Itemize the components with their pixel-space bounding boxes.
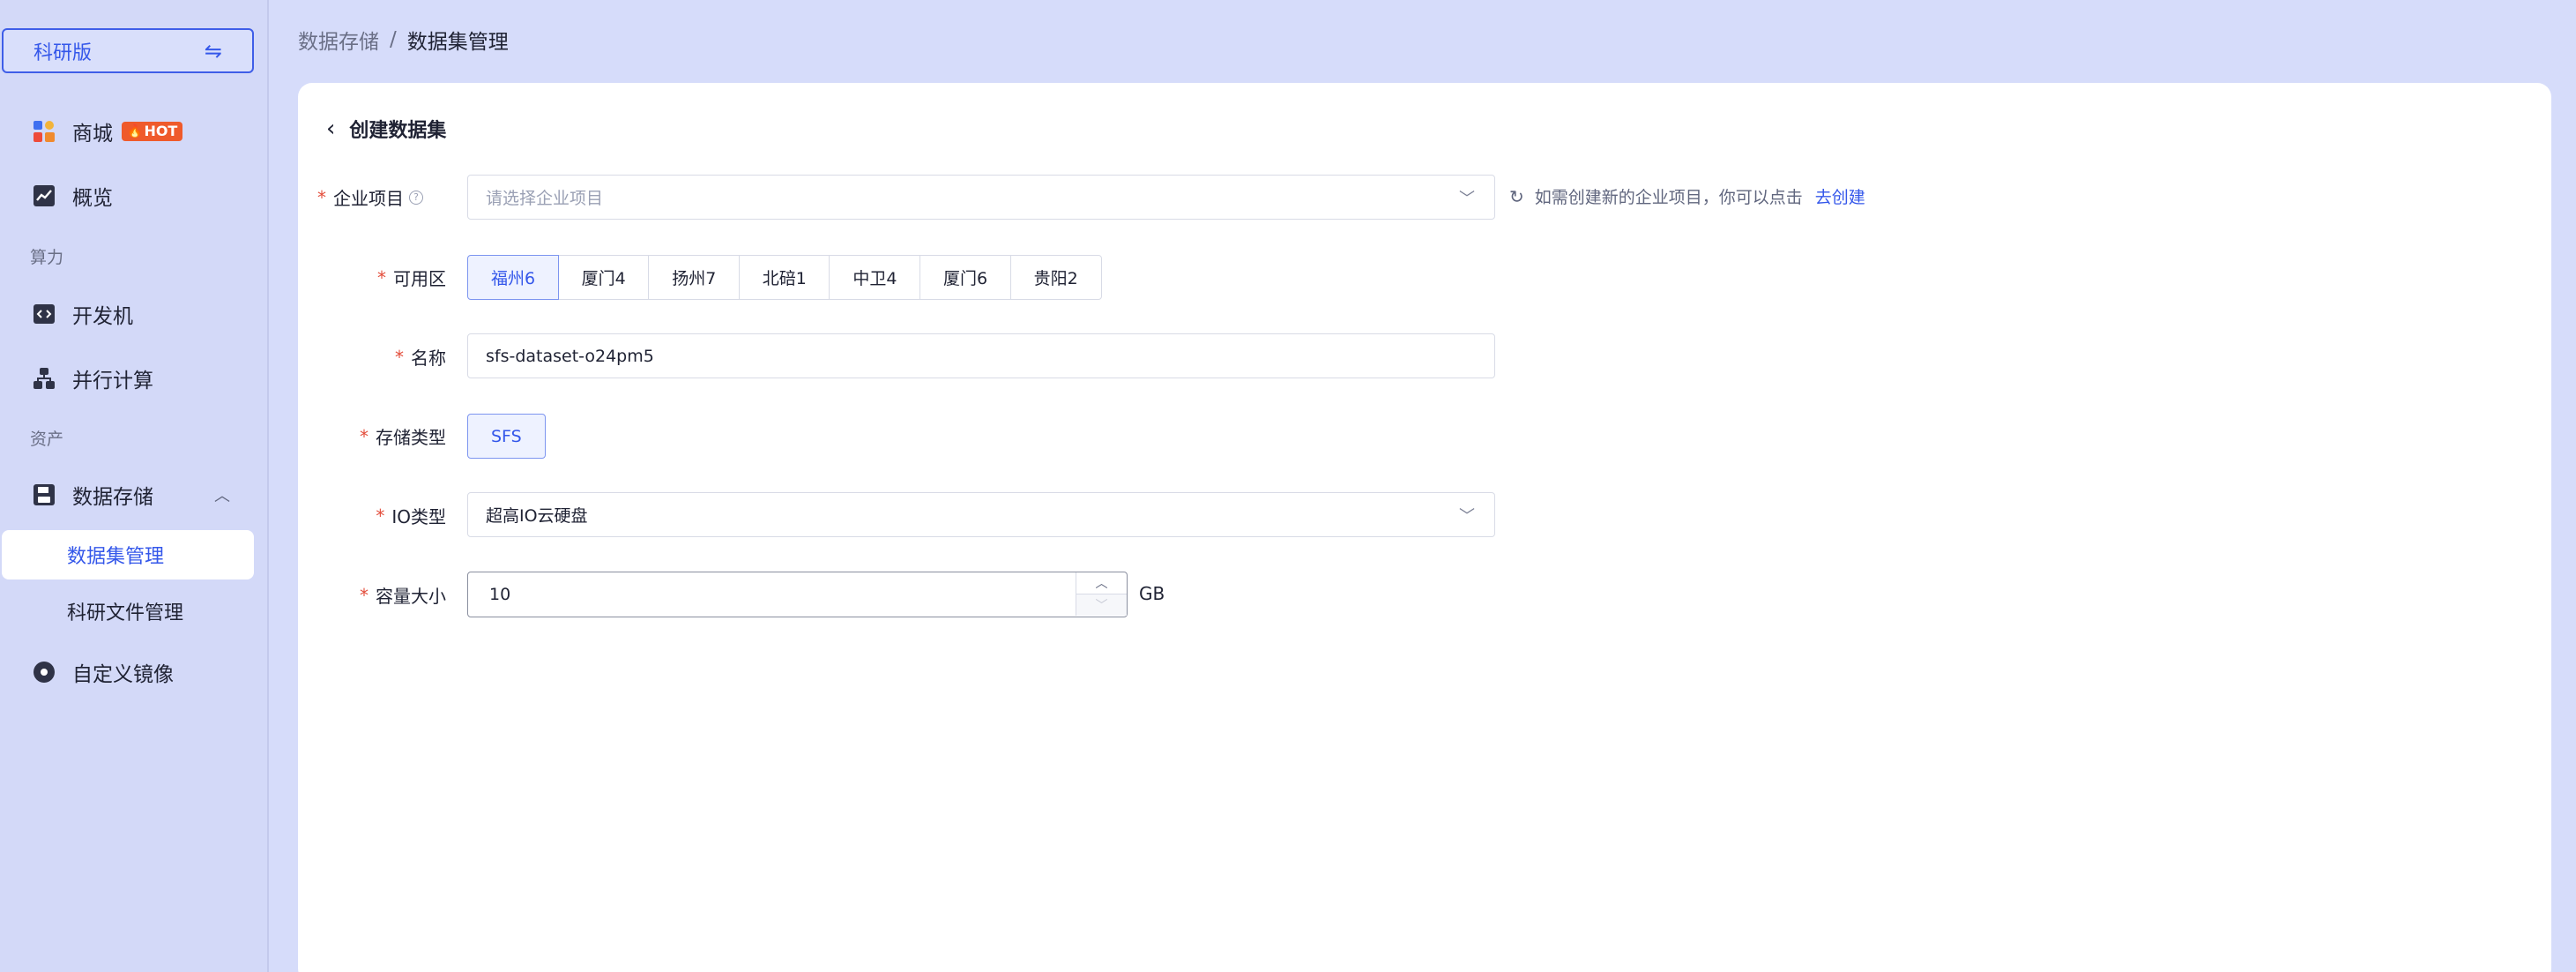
zone-option[interactable]: 福州6: [467, 255, 560, 300]
line-chart-icon: [32, 183, 56, 208]
chevron-down-icon: ﹀: [1459, 189, 1475, 208]
increment-button[interactable]: ︿: [1076, 572, 1127, 594]
flame-icon: 🔥: [127, 124, 143, 138]
stepper-controls: ︿ ﹀: [1076, 572, 1127, 616]
project-select[interactable]: 请选择企业项目 ﹀: [467, 175, 1495, 220]
project-hint-text: 如需创建新的企业项目，你可以点击: [1534, 188, 1803, 207]
capacity-value: 10: [489, 585, 511, 604]
capacity-stepper[interactable]: 10 ︿ ﹀: [467, 572, 1128, 617]
page-header: ‹ 创建数据集: [326, 115, 446, 143]
project-label-text: 企业项目: [333, 188, 404, 209]
zone-label-text: 可用区: [393, 268, 446, 289]
sidebar-item-label: 开发机: [72, 305, 133, 328]
sidebar-item-custom-image[interactable]: 自定义镜像: [0, 646, 269, 699]
breadcrumb: 数据存储 / 数据集管理: [298, 25, 509, 55]
zone-option[interactable]: 厦门6: [919, 255, 1012, 300]
sidebar-item-devbox[interactable]: 开发机: [0, 288, 269, 340]
io-type-label-text: IO类型: [391, 506, 446, 527]
hot-badge: 🔥 HOT: [122, 122, 183, 141]
required-mark: *: [360, 425, 369, 447]
zone-option[interactable]: 中卫4: [829, 255, 921, 300]
zone-option[interactable]: 北碚1: [738, 255, 830, 300]
breadcrumb-parent[interactable]: 数据存储: [298, 25, 379, 55]
breadcrumb-separator: /: [390, 28, 397, 51]
project-hint: ↻ 如需创建新的企业项目，你可以点击 去创建: [1509, 184, 1865, 208]
io-type-value: 超高IO云硬盘: [486, 506, 588, 526]
project-label: * 企业项目 ?: [159, 184, 423, 210]
section-label-compute: 算力: [30, 248, 64, 267]
sidebar-item-label: 概览: [72, 187, 113, 210]
apps-grid-icon: [32, 119, 56, 144]
edition-label: 科研版: [34, 41, 93, 64]
io-type-label: * IO类型: [182, 503, 446, 528]
disc-icon: [32, 660, 56, 684]
zone-label: * 可用区: [182, 265, 446, 290]
sidebar-item-mall[interactable]: 商城 🔥 HOT: [0, 105, 269, 158]
storage-type-label-text: 存储类型: [376, 427, 446, 448]
sidebar-item-label: 并行计算: [72, 370, 153, 393]
sidebar-item-label: 商城: [72, 123, 113, 146]
back-arrow-icon[interactable]: ‹: [326, 116, 335, 142]
hot-badge-label: HOT: [144, 123, 178, 139]
hierarchy-icon: [32, 366, 56, 391]
sidebar-item-label: 数据存储: [72, 486, 153, 509]
capacity-unit: GB: [1139, 583, 1165, 604]
create-project-link[interactable]: 去创建: [1815, 184, 1865, 208]
sidebar-subitem-dataset[interactable]: 数据集管理: [2, 530, 254, 579]
chevron-down-icon: ﹀: [1459, 506, 1475, 526]
swap-icon: ⇋: [204, 38, 222, 64]
required-mark: *: [395, 346, 404, 368]
project-select-placeholder: 请选择企业项目: [486, 189, 604, 208]
section-label-assets: 资产: [30, 430, 64, 449]
zone-option[interactable]: 扬州7: [648, 255, 741, 300]
zone-selector: 福州6 厦门4 扬州7 北碚1 中卫4 厦门6 贵阳2: [467, 255, 1102, 300]
name-input-value: sfs-dataset-o24pm5: [486, 346, 654, 366]
name-input[interactable]: sfs-dataset-o24pm5: [467, 333, 1495, 378]
sidebar-item-label: 自定义镜像: [72, 663, 174, 686]
zone-option[interactable]: 厦门4: [557, 255, 650, 300]
io-type-select[interactable]: 超高IO云硬盘 ﹀: [467, 492, 1495, 537]
required-mark: *: [377, 266, 386, 288]
name-label: * 名称: [182, 344, 446, 370]
code-window-icon: [32, 302, 56, 326]
refresh-icon[interactable]: ↻: [1509, 186, 1524, 207]
capacity-label: * 容量大小: [182, 582, 446, 608]
required-mark: *: [376, 505, 385, 527]
zone-option[interactable]: 贵阳2: [1009, 255, 1102, 300]
save-disk-icon: [32, 482, 56, 507]
storage-type-option-sfs[interactable]: SFS: [467, 414, 546, 459]
capacity-label-text: 容量大小: [376, 586, 446, 607]
breadcrumb-current: 数据集管理: [406, 31, 509, 54]
page-title: 创建数据集: [349, 120, 447, 142]
decrement-button[interactable]: ﹀: [1076, 594, 1127, 616]
edition-switch-button[interactable]: 科研版 ⇋: [2, 28, 254, 73]
required-mark: *: [317, 186, 326, 208]
sidebar: 科研版 ⇋ 商城 🔥 HOT 概览 算力 开发机 并行计算 资产 数据存储 ︿ …: [0, 0, 269, 972]
name-label-text: 名称: [411, 348, 446, 369]
storage-type-label: * 存储类型: [182, 423, 446, 449]
help-icon[interactable]: ?: [409, 190, 423, 205]
required-mark: *: [360, 584, 369, 606]
